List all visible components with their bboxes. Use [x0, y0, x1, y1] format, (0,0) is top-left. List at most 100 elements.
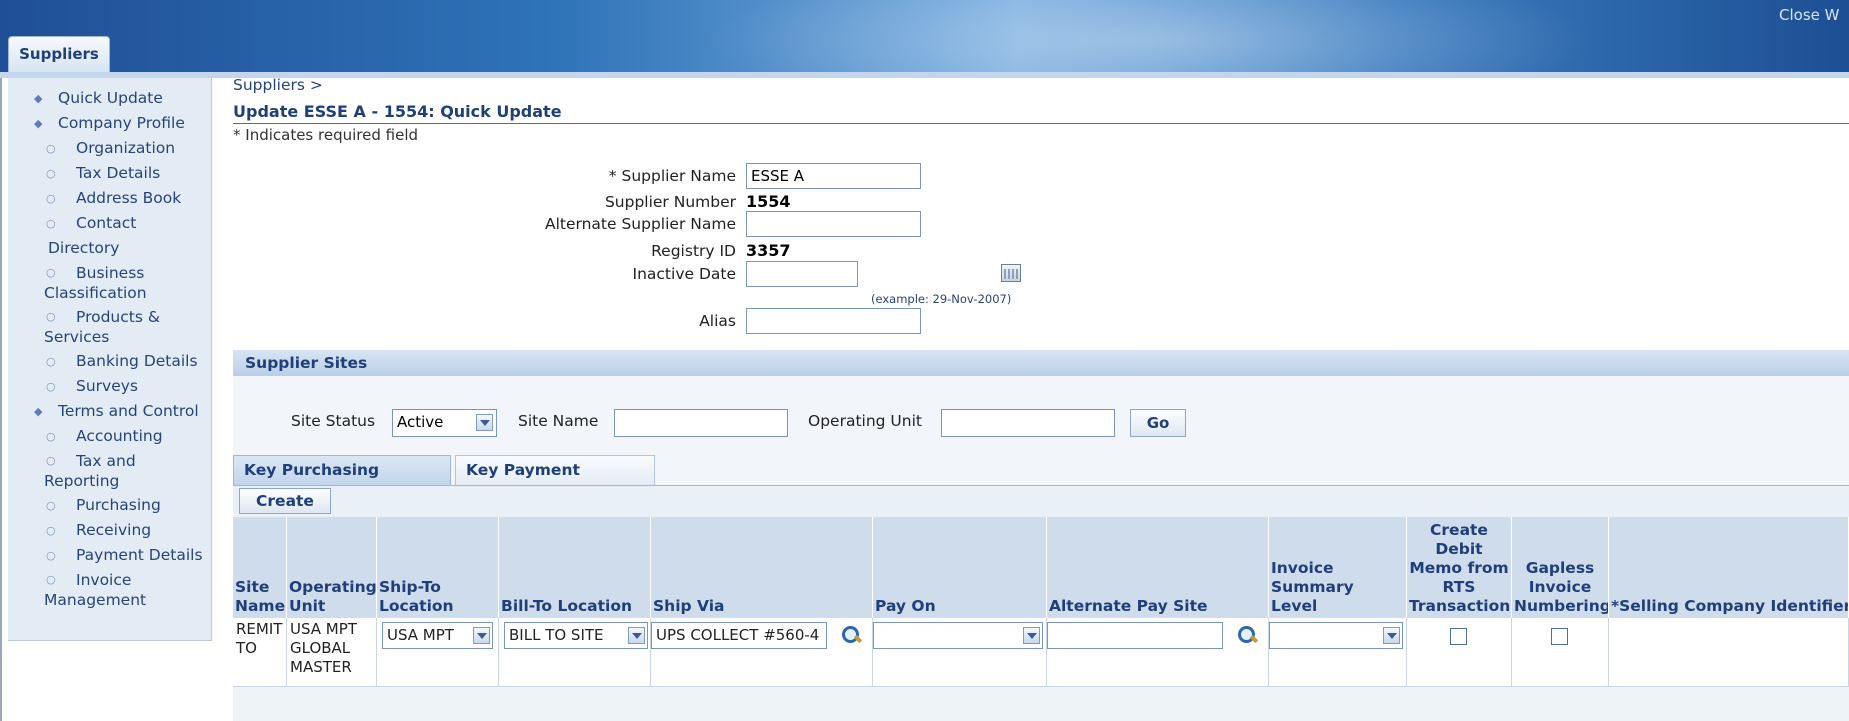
sidebar-item-invoice-management[interactable]: ○ Invoice Management — [8, 568, 211, 612]
column-header-operating-unit[interactable]: Operating Unit — [287, 517, 377, 618]
cell-create-debit-memo — [1407, 618, 1512, 687]
registry-id-label: Registry ID — [651, 242, 736, 260]
cell-pay-on — [873, 618, 1047, 687]
sidebar-item-surveys[interactable]: ○ Surveys — [8, 374, 211, 399]
column-header-invoice-summary-level[interactable]: Invoice Summary Level — [1269, 517, 1407, 618]
bullet-icon: ○ — [46, 310, 56, 323]
column-header-ship-to-location[interactable]: Ship-To Location — [377, 517, 499, 618]
chevron-down-icon — [1383, 627, 1400, 644]
cell-selling-company-identifier — [1609, 618, 1849, 687]
page-title: Update ESSE A - 1554: Quick Update — [233, 102, 1849, 124]
sidebar-item-banking-details[interactable]: ○ Banking Details — [8, 349, 211, 374]
column-header-site-name[interactable]: Site Name — [233, 517, 287, 618]
sidebar: ◆ Quick Update ◆ Company Profile ○ Organiza… — [8, 78, 212, 641]
column-header-pay-on[interactable]: Pay On — [873, 517, 1047, 618]
site-status-label: Site Status — [291, 412, 376, 430]
sidebar-item-accounting[interactable]: ○ Accounting — [8, 424, 211, 449]
sidebar-item-quick-update[interactable]: ◆ Quick Update — [8, 86, 211, 111]
invoice-summary-level-select[interactable] — [1269, 622, 1403, 649]
supplier-number-label: Supplier Number — [604, 193, 736, 211]
table-toolbar — [233, 485, 1849, 517]
go-button[interactable]: Go — [1130, 409, 1186, 437]
required-field-note: * Indicates required field — [233, 126, 419, 144]
chevron-down-icon — [1023, 627, 1040, 644]
tab-key-payment-setups[interactable]: Key Payment Setups — [455, 455, 655, 507]
bullet-icon: ○ — [46, 499, 56, 512]
alias-label: Alias — [699, 312, 736, 330]
search-icon[interactable] — [841, 625, 863, 647]
chevron-down-icon — [473, 627, 490, 644]
bullet-icon: ○ — [46, 167, 56, 180]
bullet-icon: ○ — [46, 380, 56, 393]
supplier-name-label: * Supplier Name — [608, 167, 736, 185]
column-header-ship-via[interactable]: Ship Via — [651, 517, 873, 618]
cell-invoice-summary-level — [1269, 618, 1407, 687]
close-window-link[interactable]: Close W — [1779, 6, 1849, 24]
column-header-create-debit-memo[interactable]: Create Debit Memo from RTS Transaction — [1407, 517, 1512, 618]
app-header: Close W Suppliers — [0, 0, 1849, 72]
bullet-icon: ◆ — [34, 405, 43, 418]
sidebar-item-products-services[interactable]: ○ Products & Services — [8, 305, 211, 349]
tab-suppliers[interactable]: Suppliers — [8, 36, 110, 72]
inactive-date-input[interactable] — [746, 261, 858, 287]
table-footer — [233, 687, 1849, 721]
alternate-supplier-name-row: Alternate Supplier Name — [545, 211, 1080, 237]
search-icon[interactable] — [1237, 625, 1259, 647]
bullet-icon: ◆ — [34, 92, 43, 105]
pay-on-select[interactable] — [873, 622, 1043, 649]
alternate-pay-site-input[interactable] — [1047, 622, 1223, 649]
calendar-icon[interactable] — [1001, 264, 1021, 282]
sidebar-item-terms-and-control[interactable]: ◆ Terms and Control — [8, 399, 211, 424]
sidebar-item-company-profile[interactable]: ◆ Company Profile — [8, 111, 211, 136]
ship-via-input[interactable]: UPS COLLECT #560-4 — [651, 622, 827, 649]
sidebar-item-purchasing[interactable]: ○ Purchasing — [8, 493, 211, 518]
site-status-select[interactable]: Active — [392, 409, 497, 437]
inactive-date-label: Inactive Date — [632, 265, 736, 283]
sidebar-item-payment-details[interactable]: ○ Payment Details — [8, 543, 211, 568]
sidebar-item-business-classification[interactable]: ○ Business Classification — [8, 261, 211, 305]
supplier-name-row: * Supplier Name — [560, 163, 1080, 189]
site-name-input[interactable] — [614, 409, 788, 437]
chevron-down-icon — [476, 414, 493, 431]
operating-unit-input[interactable] — [941, 409, 1115, 437]
date-format-example: (example: 29-Nov-2007) — [871, 292, 1012, 306]
column-header-selling-company-identifier[interactable]: *Selling Company Identifier — [1609, 517, 1849, 618]
cell-operating-unit: USA MPT GLOBAL MASTER — [287, 618, 377, 687]
bullet-icon: ○ — [46, 430, 56, 443]
sidebar-item-tax-and-reporting[interactable]: ○ Tax and Reporting — [8, 449, 211, 493]
breadcrumb[interactable]: Suppliers > — [233, 76, 323, 94]
ship-to-select[interactable]: USA MPT — [382, 622, 493, 649]
column-header-bill-to-location[interactable]: Bill-To Location — [499, 517, 651, 618]
bill-to-select[interactable]: BILL TO SITE — [504, 622, 648, 649]
bullet-icon: ○ — [46, 549, 56, 562]
sidebar-item-receiving[interactable]: ○ Receiving — [8, 518, 211, 543]
chevron-down-icon — [628, 627, 645, 644]
tab-key-purchasing-setups[interactable]: Key Purchasing Setups — [233, 455, 451, 507]
supplier-sites-table: Site Name Operating Unit Ship-To Locatio… — [233, 517, 1849, 687]
create-button[interactable]: Create — [239, 488, 331, 514]
alias-input[interactable] — [746, 308, 921, 334]
bullet-icon: ○ — [46, 524, 56, 537]
sidebar-item-organization[interactable]: ○ Organization — [8, 136, 211, 161]
alternate-supplier-name-input[interactable] — [746, 211, 921, 237]
column-header-alternate-pay-site[interactable]: Alternate Pay Site — [1047, 517, 1269, 618]
sidebar-item-contact-directory[interactable]: ○ Contact Directory — [8, 211, 211, 261]
column-header-gapless-invoice-numbering[interactable]: Gapless Invoice Numbering — [1512, 517, 1609, 618]
supplier-number-value: 1554 — [746, 192, 791, 211]
sidebar-item-address-book[interactable]: ○ Address Book — [8, 186, 211, 211]
bullet-icon: ○ — [46, 454, 56, 467]
create-debit-memo-checkbox[interactable] — [1450, 628, 1467, 645]
bullet-icon: ○ — [46, 217, 56, 230]
inactive-date-row: Inactive Date — [560, 261, 1080, 287]
cell-ship-to: USA MPT — [377, 618, 499, 687]
sidebar-item-tax-details[interactable]: ○ Tax Details — [8, 161, 211, 186]
header-decoration — [700, 0, 1600, 72]
supplier-name-input[interactable] — [746, 163, 921, 189]
site-name-label: Site Name — [518, 412, 599, 430]
cell-gapless-numbering — [1512, 618, 1609, 687]
window-left-border — [0, 78, 2, 721]
bullet-icon: ○ — [46, 355, 56, 368]
gapless-numbering-checkbox[interactable] — [1551, 628, 1568, 645]
bullet-icon: ○ — [46, 573, 56, 586]
cell-site-name: REMIT TO — [233, 618, 287, 687]
